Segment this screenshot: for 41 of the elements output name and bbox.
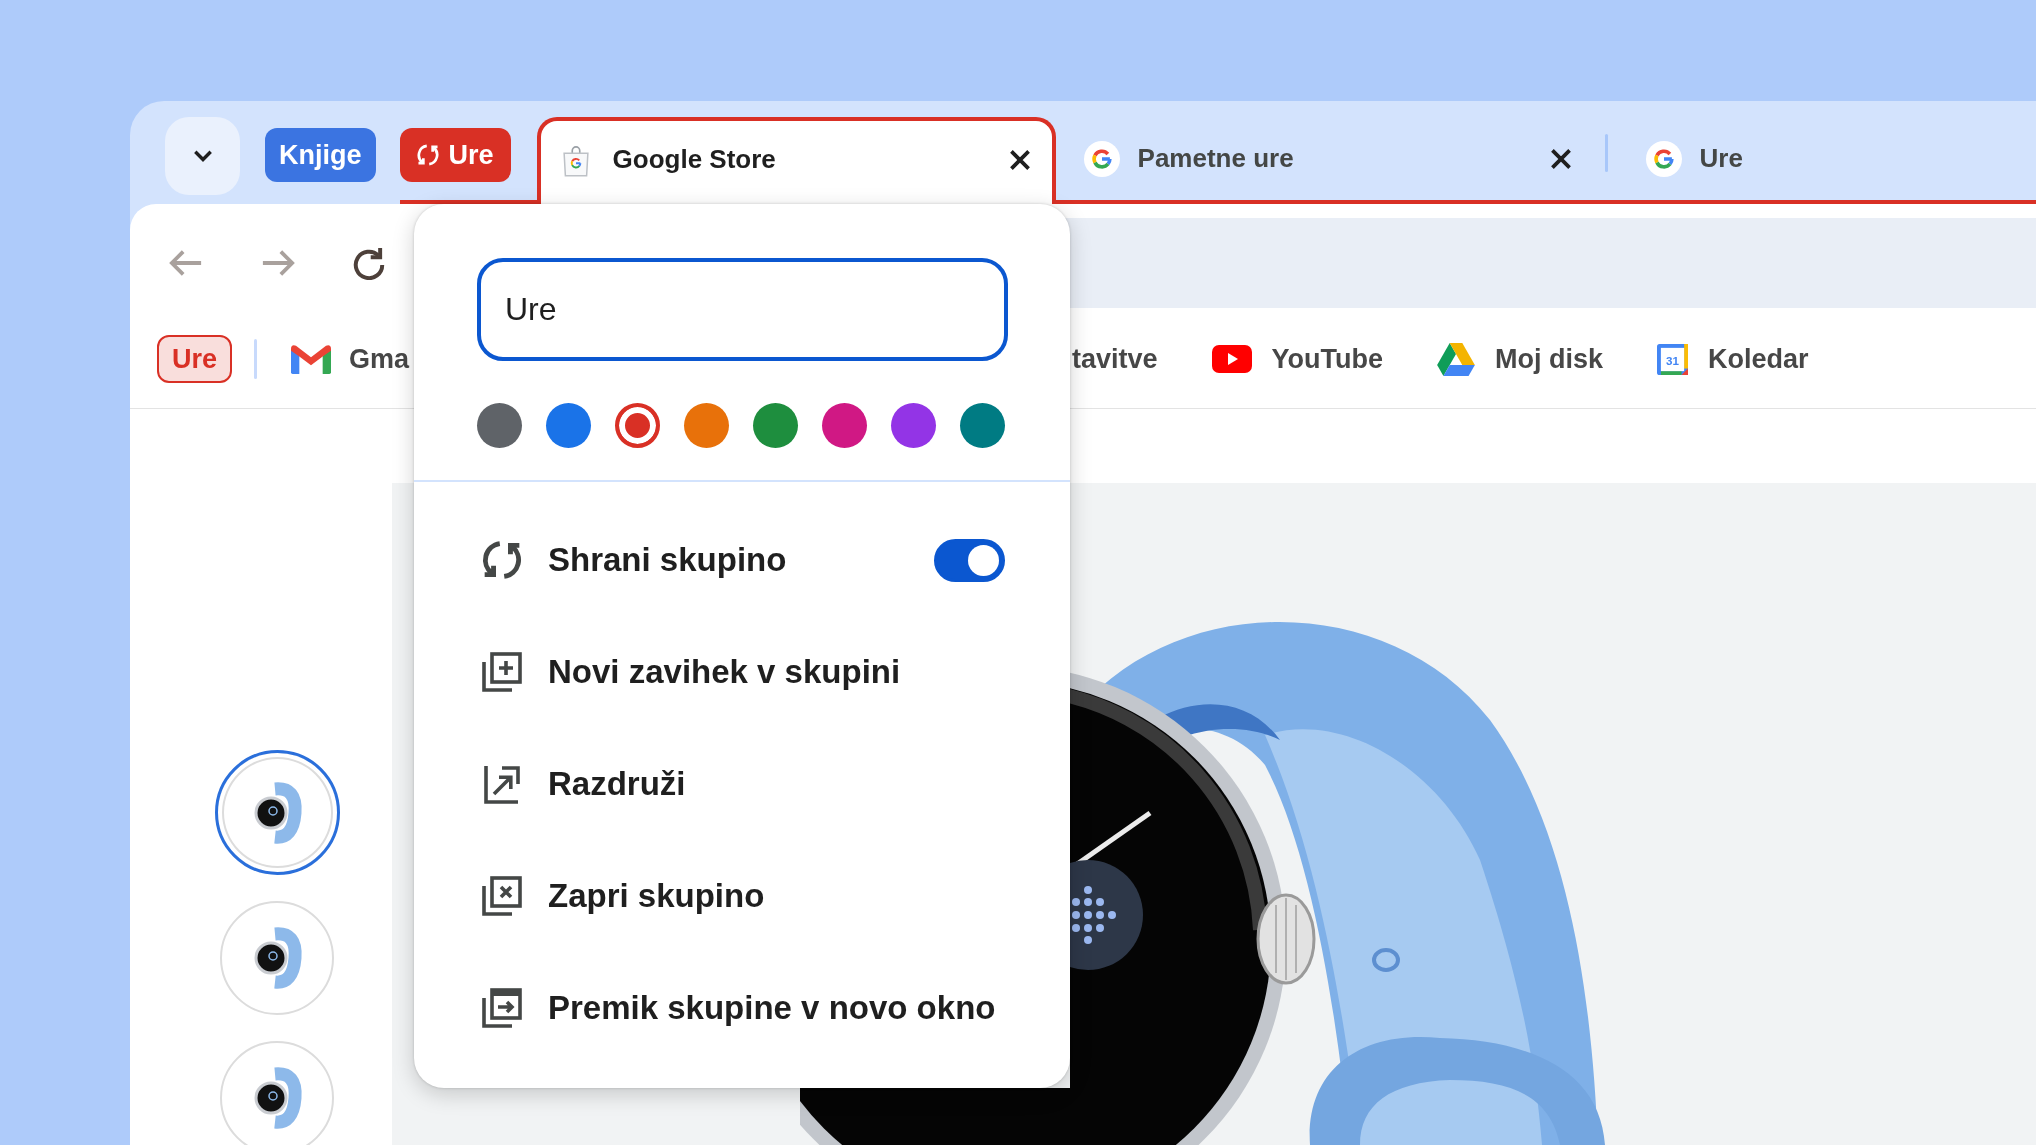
tab[interactable]: Ure <box>1607 117 2036 200</box>
menu-item[interactable]: Novi zavihek v skupini <box>414 616 1070 728</box>
menu-item[interactable]: Razdruži <box>414 728 1070 840</box>
tab[interactable]: Google Store <box>536 117 1056 204</box>
add-tab-icon <box>482 652 522 692</box>
bookmark[interactable]: YouTube <box>1211 335 1384 383</box>
color-swatch-icon[interactable] <box>753 403 798 448</box>
color-swatch-icon[interactable] <box>477 403 522 448</box>
g-logo-icon <box>1083 140 1120 177</box>
color-swatch-icon[interactable] <box>891 403 936 448</box>
bookmark[interactable]: 31 Koledar <box>1657 335 1809 383</box>
tab-group-chip[interactable]: Ure <box>399 128 511 182</box>
bookmark[interactable]: Moj disk <box>1437 335 1604 383</box>
play-button-icon <box>1211 345 1252 373</box>
bookmark[interactable]: Gma <box>291 335 410 383</box>
tab-group-chip[interactable]: Knjige <box>265 128 376 182</box>
tab-group-chip[interactable]: Ure <box>157 335 233 383</box>
color-swatch-icon[interactable] <box>546 403 591 448</box>
color-swatch-icon[interactable] <box>684 403 729 448</box>
close-icon[interactable] <box>1009 149 1030 170</box>
bookmark[interactable]: tavitve <box>1072 335 1158 383</box>
tab[interactable]: Pametne ure <box>1055 117 1605 200</box>
mail-icon <box>291 344 332 374</box>
menu-item[interactable]: Shrani skupino <box>414 504 1070 616</box>
calendar-icon: 31 <box>1657 343 1689 375</box>
menu-item[interactable]: Premik skupine v novo okno <box>414 952 1070 1064</box>
move-window-icon <box>482 988 522 1028</box>
sync-icon <box>482 540 522 580</box>
color-swatch-icon[interactable] <box>615 403 660 448</box>
close-icon[interactable] <box>1550 148 1571 169</box>
menu-item[interactable]: Zapri skupino <box>414 840 1070 952</box>
toggle-switch[interactable] <box>934 538 1005 582</box>
color-swatch-icon[interactable] <box>960 403 1005 448</box>
group-name-field[interactable]: Ure <box>477 258 1008 361</box>
color-swatch-icon[interactable] <box>822 403 867 448</box>
chevron-down-icon <box>192 149 213 163</box>
reload-icon[interactable] <box>353 246 385 280</box>
triangle-logo-icon <box>1437 342 1476 376</box>
ungroup-icon <box>482 764 522 804</box>
close-group-icon <box>482 876 522 916</box>
g-logo-icon <box>1645 140 1682 177</box>
